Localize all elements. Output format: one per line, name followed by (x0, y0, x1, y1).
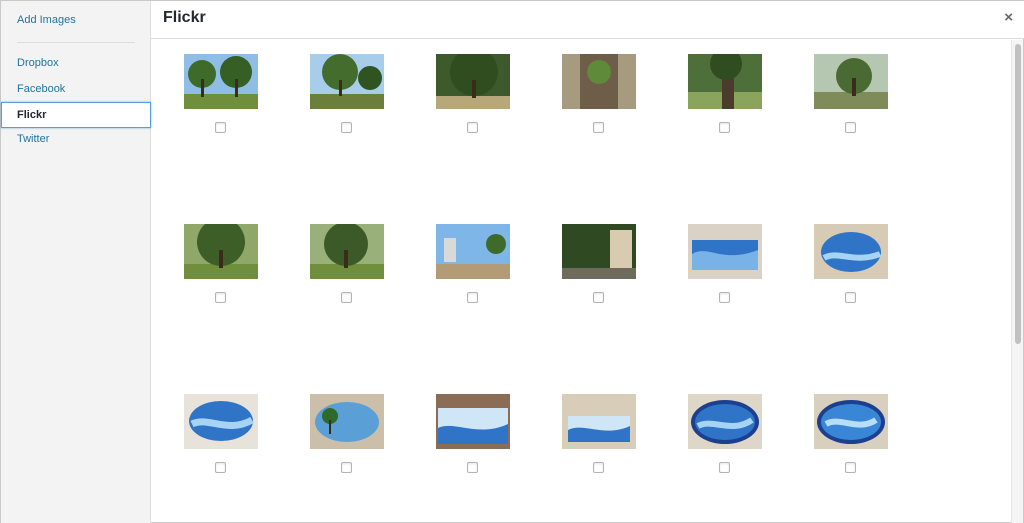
photo-painting-sea-birds-2[interactable] (562, 394, 636, 449)
photo-select-checkbox[interactable] (845, 462, 856, 473)
photo-select-checkbox[interactable] (845, 292, 856, 303)
media-modal: Add Images Dropbox Facebook Flickr Twitt… (0, 0, 1024, 523)
photo-select-checkbox[interactable] (593, 292, 604, 303)
photo-select-checkbox[interactable] (845, 122, 856, 133)
photo-select-checkbox[interactable] (467, 292, 478, 303)
sidebar-item-dropbox[interactable]: Dropbox (1, 51, 151, 76)
photo-tree-trunk-park[interactable] (688, 54, 762, 109)
photo-tree-trunk-closeup[interactable] (562, 54, 636, 109)
photo-park-trees-3[interactable] (436, 54, 510, 109)
photo-select-checkbox[interactable] (215, 292, 226, 303)
photo-select-checkbox[interactable] (719, 122, 730, 133)
sidebar-item-flickr[interactable]: Flickr (1, 102, 151, 128)
sidebar: Add Images Dropbox Facebook Flickr Twitt… (1, 1, 151, 523)
photo-painting-oval-sea-2[interactable] (814, 394, 888, 449)
photo-willow-path[interactable] (562, 224, 636, 279)
photo-large-tree-1[interactable] (184, 224, 258, 279)
photo-select-checkbox[interactable] (719, 462, 730, 473)
photo-select-checkbox[interactable] (215, 462, 226, 473)
sidebar-separator (17, 42, 135, 43)
photo-large-tree-2[interactable] (310, 224, 384, 279)
close-icon[interactable]: × (1004, 10, 1013, 26)
photo-painting-coast-1[interactable] (688, 224, 762, 279)
modal-header: Flickr × (151, 1, 1024, 39)
photo-palm-walkway[interactable] (436, 224, 510, 279)
photo-select-checkbox[interactable] (593, 122, 604, 133)
photo-painting-oval-coast-2[interactable] (184, 394, 258, 449)
photo-park-trees-2[interactable] (310, 54, 384, 109)
scrollbar-thumb[interactable] (1015, 44, 1021, 344)
photo-painting-sea-birds-1[interactable] (436, 394, 510, 449)
scrollbar[interactable] (1011, 40, 1023, 523)
photo-painting-oval-tree[interactable] (310, 394, 384, 449)
photo-olive-tree[interactable] (814, 54, 888, 109)
page-title: Flickr (163, 9, 206, 26)
sidebar-item-twitter[interactable]: Twitter (1, 127, 151, 152)
photo-grid (151, 40, 1013, 523)
photo-select-checkbox[interactable] (341, 122, 352, 133)
photo-select-checkbox[interactable] (719, 292, 730, 303)
sidebar-item-add-images[interactable]: Add Images (1, 8, 151, 33)
photo-select-checkbox[interactable] (215, 122, 226, 133)
photo-painting-oval-coast-1[interactable] (814, 224, 888, 279)
photo-select-checkbox[interactable] (593, 462, 604, 473)
photo-park-trees-1[interactable] (184, 54, 258, 109)
photo-painting-oval-sea-1[interactable] (688, 394, 762, 449)
sidebar-item-facebook[interactable]: Facebook (1, 77, 151, 102)
photo-select-checkbox[interactable] (467, 462, 478, 473)
photo-select-checkbox[interactable] (341, 462, 352, 473)
photo-select-checkbox[interactable] (341, 292, 352, 303)
photo-select-checkbox[interactable] (467, 122, 478, 133)
